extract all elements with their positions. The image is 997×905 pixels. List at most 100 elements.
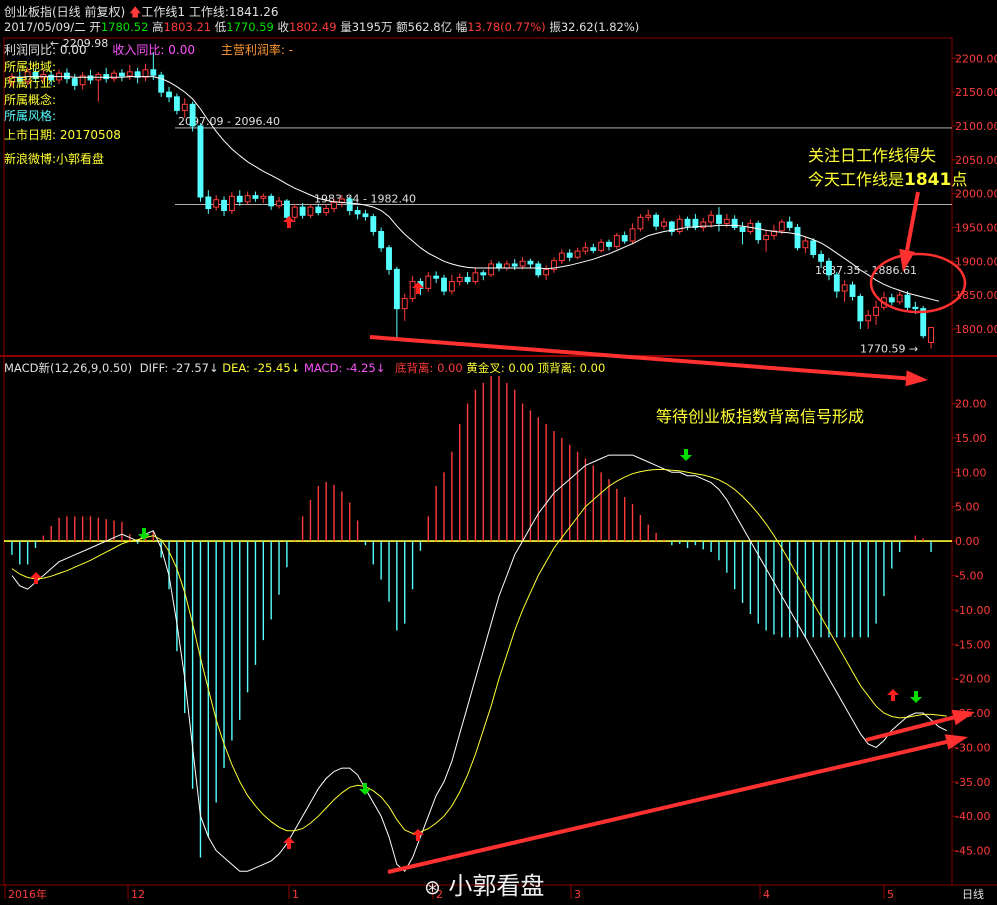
amount-label: 额	[396, 20, 408, 34]
bottom-divergence: 底背离: 0.00	[395, 361, 463, 375]
macd-label: MACD:	[303, 361, 343, 375]
revenue-yoy: 收入同比: 0.00	[112, 43, 195, 57]
candle-body	[213, 199, 220, 208]
sell-signal-icon	[910, 691, 922, 703]
candle-body	[865, 314, 872, 322]
candle-body	[833, 274, 840, 292]
candle-body	[346, 198, 353, 212]
candle-body	[425, 275, 432, 289]
candle-body	[661, 221, 667, 227]
candle-body	[307, 206, 314, 216]
candle-body	[731, 218, 738, 228]
change-value: 13.78(0.77%)	[467, 20, 546, 34]
candle-body	[464, 277, 471, 283]
top-divergence: 顶背离: 0.00	[537, 361, 606, 375]
candle-body	[315, 206, 322, 214]
macd-y-tick-label: 10.00	[955, 466, 987, 479]
price-y-tick-label: 2100.00	[955, 120, 997, 133]
macd-trend-arrow	[387, 740, 948, 874]
chart-stage: 1800.00 1850.00 1900.00 1950.00 2000.00 2050.…	[0, 0, 997, 905]
style-label: 所属风格:	[4, 109, 57, 123]
candle-body	[621, 235, 628, 242]
buy-signal-icon	[283, 216, 295, 228]
macd-y-tick-label: 5.00	[955, 501, 980, 514]
amplitude-label: 振	[549, 20, 561, 34]
macd-y-tick-label: -20.00	[955, 673, 990, 686]
info-panel: 利润同比: 0.00 收入同比: 0.00 主营利润率: - 所属地域: 所属行…	[4, 42, 293, 168]
open-label: 开	[89, 20, 101, 34]
high-label: 高	[152, 20, 164, 34]
candle-body	[590, 247, 597, 251]
candle-body	[598, 241, 605, 251]
up-arrow-icon: 🡅	[129, 5, 142, 19]
candle-body	[582, 247, 589, 252]
candle-body	[645, 214, 652, 218]
candle-body	[370, 216, 377, 233]
candle-body	[873, 306, 880, 316]
diff-line	[11, 454, 948, 872]
candle-body	[676, 218, 683, 233]
weibo-label: 新浪微博:小郭看盘	[4, 152, 105, 166]
candle-body	[276, 200, 282, 207]
buy-signal-icon	[887, 689, 899, 701]
macd-y-tick-label: 20.00	[955, 398, 987, 411]
x-axis-label: 3	[574, 888, 581, 901]
candle-body	[613, 235, 620, 247]
candle-body	[574, 250, 581, 258]
profit-yoy: 利润同比: 0.00	[4, 43, 87, 57]
candle-body	[268, 195, 275, 207]
candle-body	[378, 231, 385, 249]
x-axis-label: 4	[763, 888, 770, 901]
level-label: 1983.84 - 1982.40	[314, 192, 416, 205]
candle-body	[716, 214, 722, 224]
candle-body	[778, 221, 785, 232]
candle-body	[299, 206, 306, 216]
macd-y-tick-label: -5.00	[955, 569, 983, 582]
price-y-tick-label: 2200.00	[955, 52, 997, 65]
workline-note-suffix: 点	[951, 170, 968, 189]
region-label: 所属地域:	[4, 59, 57, 74]
macd-value: -4.25	[345, 361, 376, 375]
low-price-label: 1770.59 →	[860, 343, 918, 356]
macd-y-tick-label: -30.00	[955, 741, 990, 754]
sell-signal-icon	[680, 449, 692, 461]
low-label: 低	[214, 20, 227, 34]
candle-body	[739, 226, 746, 233]
candle-body	[629, 228, 636, 242]
workline-pointer-arrow	[905, 191, 920, 251]
price-trend-arrow-head	[905, 370, 928, 387]
candle-body	[912, 306, 919, 310]
diff-label: DIFF:	[139, 361, 169, 375]
price-y-tick-label: 2150.00	[955, 86, 997, 99]
listing-date: 上市日期: 20170508	[4, 127, 121, 142]
header-line-2: 2017/05/09/二 开1780.52 高1803.21 低1770.59 …	[4, 19, 639, 35]
close-value: 1802.49	[288, 20, 337, 34]
candle-body	[857, 295, 864, 322]
candle-body	[401, 297, 408, 310]
x-axis-label: 2016年	[8, 887, 47, 901]
index-title: 创业板指(日线 前复权)	[4, 5, 126, 19]
macd-y-tick-label: -40.00	[955, 810, 990, 823]
candle-body	[558, 252, 565, 262]
open-value: 1780.52	[100, 20, 149, 34]
workline-note-prefix: 今天工作线是	[808, 170, 905, 189]
watermark: ⊛ 小郭看盘	[424, 866, 544, 901]
candle-body	[472, 272, 479, 283]
candle-body	[606, 241, 612, 247]
dea-line	[11, 469, 947, 834]
candle-body	[928, 327, 935, 343]
workline-highlight-circle	[869, 252, 967, 314]
workline-label: 工作线:	[188, 5, 229, 19]
amount-value: 562.8亿	[407, 20, 453, 34]
candle-body	[221, 199, 227, 212]
candle-body	[708, 214, 715, 223]
buy-signal-icon	[30, 572, 42, 584]
candle-body	[637, 216, 644, 230]
price-y-tick-label: 1950.00	[955, 221, 997, 234]
golden-cross: 黄金叉: 0.00	[466, 361, 534, 375]
candle-body	[393, 268, 400, 310]
period-label: 日线	[962, 887, 984, 901]
candle-body	[802, 240, 809, 249]
candle-body	[283, 200, 290, 218]
x-axis-label: 5	[887, 888, 894, 901]
